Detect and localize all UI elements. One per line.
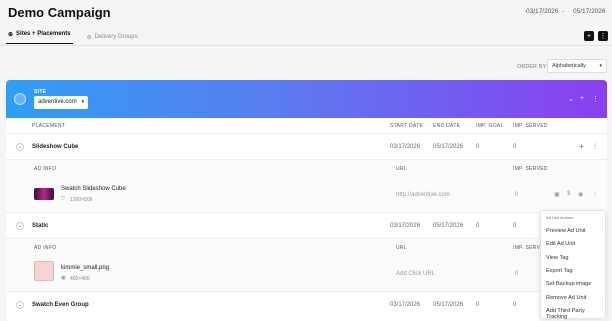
col-ad-info: AD INFO	[34, 245, 57, 251]
ad-served: 0	[515, 271, 519, 277]
col-imp-goal: IMP. GOAL	[476, 123, 504, 129]
chevron-down-icon[interactable]: ⌄	[16, 143, 24, 151]
end-date-display[interactable]: 05/17/2026	[573, 8, 606, 15]
site-label: SITE	[34, 89, 47, 95]
tab-label: Delivery Groups	[94, 34, 138, 40]
divider	[6, 212, 607, 213]
menu-item-set-backup[interactable]: Set Backup image	[546, 281, 591, 287]
placement-goal: 0	[476, 144, 480, 150]
tab-bar: ⊕ Sites + Placements ⊜ Delivery Groups	[6, 30, 140, 44]
add-icon[interactable]: +	[579, 142, 584, 151]
col-placement: PLACEMENT	[32, 123, 66, 129]
add-placement-icon[interactable]: +	[580, 95, 584, 102]
ad-thumbnail[interactable]	[34, 188, 54, 200]
placement-name[interactable]: Slideshow Cube	[32, 144, 78, 150]
globe-icon	[14, 93, 26, 105]
more-vert-icon[interactable]: ⋮	[592, 95, 599, 103]
chevron-down-icon[interactable]: ⌄	[16, 301, 24, 309]
ad-size: 400×400	[70, 276, 90, 282]
ad-units-panel: AD INFO URL IMP. SERVED Swatch Slideshow…	[6, 160, 607, 212]
menu-item-view-tag[interactable]: View Tag	[546, 255, 569, 261]
menu-item-remove[interactable]: Remove Ad Unit	[546, 295, 586, 301]
placement-start: 03/17/2026	[390, 144, 421, 150]
image-icon: ▣	[61, 275, 66, 281]
col-imp-served: IMP. SERVED	[513, 123, 548, 129]
menu-item-edit[interactable]: Edit Ad Unit	[546, 241, 575, 247]
placement-goal: 0	[476, 302, 480, 308]
order-by-value: Alphabetically	[552, 63, 586, 69]
placement-end: 05/17/2026	[433, 144, 464, 150]
page-title: Demo Campaign	[8, 5, 111, 20]
placement-served: 0	[513, 302, 517, 308]
add-click-url-link[interactable]: Add Click URL	[396, 271, 435, 277]
dollar-icon[interactable]: $	[567, 191, 570, 197]
tab-sites-placements[interactable]: ⊕ Sites + Placements	[6, 30, 73, 44]
ad-units-panel: AD INFO URL IMP. SERVED kimmie_small.png…	[6, 239, 607, 291]
tab-label: Sites + Placements	[16, 31, 71, 37]
ad-size: 1200×500	[70, 197, 93, 203]
ad-served: 0	[515, 192, 519, 198]
col-ad-info: AD INFO	[34, 166, 57, 172]
caret-down-icon: ▾	[81, 99, 84, 105]
placement-name[interactable]: Swatch Even Group	[32, 302, 89, 308]
menu-title: Ad Unit Actions	[546, 215, 574, 220]
more-vert-icon[interactable]: ⋮	[592, 143, 598, 150]
site-value: adventive.com	[38, 99, 77, 105]
placement-start: 03/17/2026	[390, 302, 421, 308]
col-url: URL	[396, 245, 407, 251]
col-end-date: END DATE	[433, 123, 461, 129]
menu-item-preview[interactable]: Preview Ad Unit	[546, 228, 585, 234]
image-icon[interactable]: ▣	[554, 191, 560, 198]
chevron-down-icon[interactable]: ⌄	[568, 95, 574, 103]
placement-end: 05/17/2026	[433, 223, 464, 229]
menu-item-third-party[interactable]: Add Third Party Tracking	[546, 308, 605, 320]
placement-served: 0	[513, 223, 517, 229]
eye-icon[interactable]: ◉	[578, 191, 583, 198]
col-start-date: START DATE	[390, 123, 424, 129]
globe-icon: ⊕	[8, 31, 14, 38]
tab-divider	[0, 45, 612, 46]
layers-icon: ⊜	[86, 34, 92, 41]
ad-unit-actions-menu: Ad Unit Actions Preview Ad Unit Edit Ad …	[540, 210, 606, 320]
order-by-label: ORDER BY	[517, 64, 547, 70]
order-by-select[interactable]: Alphabetically ▾	[547, 59, 607, 73]
divider	[6, 133, 607, 134]
more-options-button[interactable]: ⋮	[598, 31, 608, 41]
site-select[interactable]: adventive.com ▾	[34, 96, 88, 109]
add-button[interactable]: +	[584, 31, 594, 41]
placement-end: 05/17/2026	[433, 302, 464, 308]
ad-name[interactable]: kimmie_small.png	[61, 265, 109, 271]
ad-thumbnail[interactable]	[34, 261, 54, 281]
placement-served: 0	[513, 144, 517, 150]
ad-url[interactable]: http://adventive.com	[396, 192, 450, 198]
col-url: URL	[396, 166, 407, 172]
site-banner: SITE adventive.com ▾ ⌄ + ⋮	[6, 80, 607, 118]
start-date-display[interactable]: 03/17/2026	[526, 8, 559, 15]
col-imp-served: IMP. SERVED	[513, 166, 548, 172]
placement-start: 03/17/2026	[390, 223, 421, 229]
more-vert-icon[interactable]: ⋮	[592, 191, 598, 198]
shield-icon: ⛉	[61, 196, 65, 202]
date-separator: -	[562, 8, 565, 15]
placement-goal: 0	[476, 223, 480, 229]
ad-name[interactable]: Swatch Slideshow Cube	[61, 186, 126, 192]
divider	[6, 291, 607, 292]
menu-item-export-tag[interactable]: Export Tag	[546, 268, 573, 274]
tab-delivery-groups[interactable]: ⊜ Delivery Groups	[85, 30, 140, 44]
chevron-down-icon[interactable]: ⌄	[16, 222, 24, 230]
site-card: SITE adventive.com ▾ ⌄ + ⋮ PLACEMENT STA…	[6, 80, 607, 321]
placement-name[interactable]: Static	[32, 223, 48, 229]
caret-down-icon: ▾	[599, 63, 602, 69]
